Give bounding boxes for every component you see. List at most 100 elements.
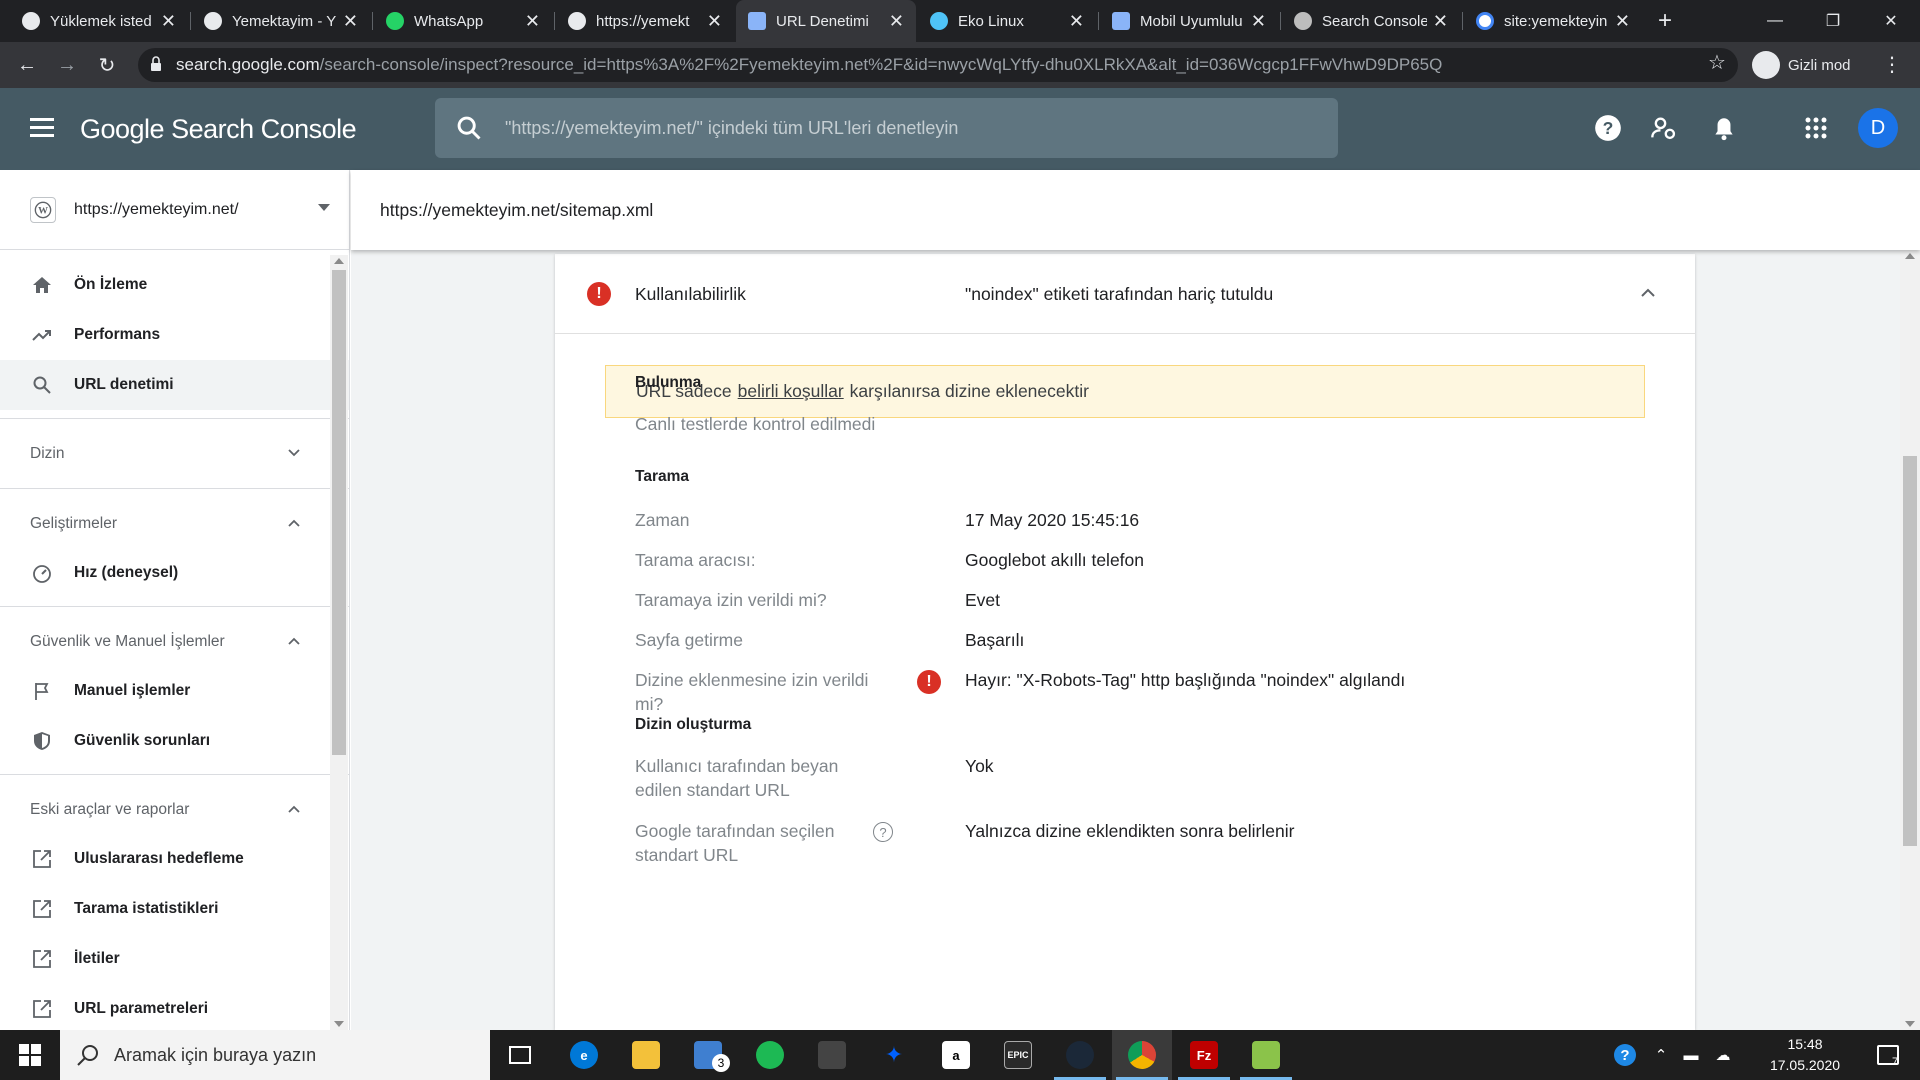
battery-icon[interactable]: ▬ bbox=[1676, 1030, 1706, 1080]
close-icon[interactable]: ✕ bbox=[1615, 11, 1630, 32]
amazon-icon[interactable]: a bbox=[926, 1030, 986, 1080]
image-viewer-icon[interactable] bbox=[1236, 1030, 1296, 1080]
browser-tab[interactable]: Yüklemek isted ✕ bbox=[10, 0, 188, 42]
sidebar-scrollbar[interactable] bbox=[330, 255, 348, 1030]
browser-tab[interactable]: Search Console ✕ bbox=[1282, 0, 1460, 42]
volume-icon[interactable] bbox=[1740, 1030, 1750, 1080]
svg-text:W: W bbox=[38, 205, 48, 216]
taskbar-search[interactable]: Aramak için buraya yazın bbox=[60, 1030, 490, 1080]
search-console-icon bbox=[748, 12, 766, 30]
scroll-up-arrow[interactable] bbox=[334, 258, 344, 264]
avatar[interactable]: D bbox=[1858, 108, 1898, 148]
url-inspect-input[interactable] bbox=[505, 117, 1305, 139]
section-legacy-tools[interactable]: Eski araçlar ve raporlar bbox=[0, 774, 349, 844]
store-icon[interactable] bbox=[802, 1030, 862, 1080]
reload-button[interactable]: ↻ bbox=[92, 50, 122, 80]
card-header[interactable]: ! Kullanılabilirlik "noindex" etiketi ta… bbox=[555, 254, 1695, 334]
search-icon bbox=[30, 373, 54, 397]
clock-date: 17.05.2020 bbox=[1769, 1057, 1841, 1073]
sidebar-item-url-parameters[interactable]: URL parametreleri bbox=[0, 984, 349, 1030]
conditions-link[interactable]: belirli koşullar bbox=[738, 381, 844, 402]
scrollbar-thumb[interactable] bbox=[332, 270, 346, 755]
scroll-down-arrow[interactable] bbox=[1905, 1021, 1915, 1027]
chevron-up-icon[interactable] bbox=[1641, 286, 1655, 300]
section-index[interactable]: Dizin bbox=[0, 418, 349, 488]
user-settings-icon[interactable] bbox=[1648, 112, 1680, 144]
sidebar-item-overview[interactable]: Ön İzleme bbox=[0, 260, 349, 310]
browser-tab[interactable]: site:yemekteyin ✕ bbox=[1464, 0, 1642, 42]
close-icon[interactable]: ✕ bbox=[707, 11, 722, 32]
trending-up-icon bbox=[30, 323, 54, 347]
browser-tab[interactable]: WhatsApp ✕ bbox=[374, 0, 552, 42]
sidebar-item-messages[interactable]: İletiler bbox=[0, 934, 349, 984]
edge-icon[interactable]: e bbox=[554, 1030, 614, 1080]
close-icon[interactable]: ✕ bbox=[525, 11, 540, 32]
help-icon[interactable]: ? bbox=[1592, 112, 1624, 144]
svg-text:?: ? bbox=[1603, 118, 1614, 138]
bookmark-star-icon[interactable]: ☆ bbox=[1708, 50, 1726, 75]
section-security[interactable]: Güvenlik ve Manuel İşlemler bbox=[0, 606, 349, 676]
page-scrollbar[interactable] bbox=[1900, 250, 1920, 1030]
section-enhancements[interactable]: Geliştirmeler bbox=[0, 488, 349, 558]
app-logo[interactable]: Google Search Console bbox=[80, 114, 357, 145]
sidebar-item-url-inspection[interactable]: URL denetimi bbox=[0, 360, 349, 410]
crawl-allowed-value: Evet bbox=[965, 590, 1001, 610]
close-icon[interactable]: ✕ bbox=[343, 11, 358, 32]
sidebar-item-crawl-stats[interactable]: Tarama istatistikleri bbox=[0, 884, 349, 934]
browser-tab[interactable]: Mobil Uyumlulu ✕ bbox=[1100, 0, 1278, 42]
apps-grid-icon[interactable] bbox=[1800, 112, 1832, 144]
chrome-icon[interactable] bbox=[1112, 1030, 1172, 1080]
url-host: search.google.com bbox=[176, 55, 320, 74]
lock-icon[interactable] bbox=[150, 56, 162, 72]
notification-center-icon[interactable]: 7 bbox=[1866, 1030, 1910, 1080]
close-icon[interactable]: ✕ bbox=[1069, 11, 1084, 32]
browser-tab[interactable]: Yemektayim - Y ✕ bbox=[192, 0, 370, 42]
task-view-icon[interactable] bbox=[490, 1030, 550, 1080]
wordpress-icon: W bbox=[30, 196, 56, 223]
restore-button[interactable]: ❐ bbox=[1804, 0, 1862, 42]
forward-button[interactable]: → bbox=[52, 50, 82, 80]
close-icon[interactable]: ✕ bbox=[1433, 11, 1448, 32]
browser-toolbar: ← → ↻ search.google.com/search-console/i… bbox=[0, 42, 1920, 88]
scroll-up-arrow[interactable] bbox=[1905, 253, 1915, 259]
chrome-menu-icon[interactable]: ⋮ bbox=[1882, 52, 1902, 77]
browser-tab[interactable]: Eko Linux ✕ bbox=[918, 0, 1096, 42]
sidebar-item-performance[interactable]: Performans bbox=[0, 310, 349, 360]
file-explorer-icon[interactable] bbox=[616, 1030, 676, 1080]
chevron-up-icon[interactable]: ⌃ bbox=[1648, 1030, 1674, 1080]
help-tray-icon[interactable]: ? bbox=[1610, 1030, 1640, 1080]
filezilla-icon[interactable]: Fz bbox=[1174, 1030, 1234, 1080]
mail-icon[interactable]: 3 bbox=[678, 1030, 738, 1080]
sidebar-item-security-issues[interactable]: Güvenlik sorunları bbox=[0, 716, 349, 766]
back-button[interactable]: ← bbox=[12, 50, 42, 80]
spotify-icon[interactable] bbox=[740, 1030, 800, 1080]
taskbar-clock[interactable]: 15:48 17.05.2020 bbox=[1750, 1034, 1860, 1076]
browser-tab-active[interactable]: URL Denetimi ✕ bbox=[736, 0, 916, 42]
url-inspect-search[interactable] bbox=[435, 98, 1338, 158]
close-icon[interactable]: ✕ bbox=[1251, 11, 1266, 32]
browser-tab[interactable]: https://yemekt ✕ bbox=[556, 0, 734, 42]
onedrive-icon[interactable]: ☁ bbox=[1708, 1030, 1738, 1080]
notifications-bell-icon[interactable] bbox=[1708, 112, 1740, 144]
tab-title: Yüklemek isted bbox=[50, 12, 152, 30]
menu-icon[interactable] bbox=[30, 118, 54, 142]
address-bar[interactable]: search.google.com/search-console/inspect… bbox=[138, 48, 1738, 82]
help-icon[interactable]: ? bbox=[873, 822, 893, 842]
scroll-down-arrow[interactable] bbox=[334, 1021, 344, 1027]
inspected-url-bar: https://yemekteyim.net/sitemap.xml bbox=[351, 170, 1920, 250]
tab-title: site:yemekteyin bbox=[1504, 12, 1608, 30]
scrollbar-thumb[interactable] bbox=[1903, 456, 1917, 846]
dropbox-icon[interactable]: ✦ bbox=[864, 1030, 924, 1080]
close-window-button[interactable]: ✕ bbox=[1862, 0, 1920, 42]
home-icon bbox=[30, 273, 54, 297]
steam-icon[interactable] bbox=[1050, 1030, 1110, 1080]
windows-start-button[interactable] bbox=[0, 1030, 60, 1080]
minimize-button[interactable]: — bbox=[1746, 0, 1804, 42]
close-icon[interactable]: ✕ bbox=[161, 11, 176, 32]
close-icon[interactable]: ✕ bbox=[889, 11, 904, 32]
external-link-icon bbox=[30, 897, 54, 921]
new-tab-button[interactable]: + bbox=[1640, 0, 1690, 42]
property-selector[interactable]: W https://yemekteyim.net/ bbox=[0, 170, 349, 250]
incognito-indicator[interactable]: Gizli mod bbox=[1752, 48, 1851, 82]
epic-games-icon[interactable]: EPIC bbox=[988, 1030, 1048, 1080]
